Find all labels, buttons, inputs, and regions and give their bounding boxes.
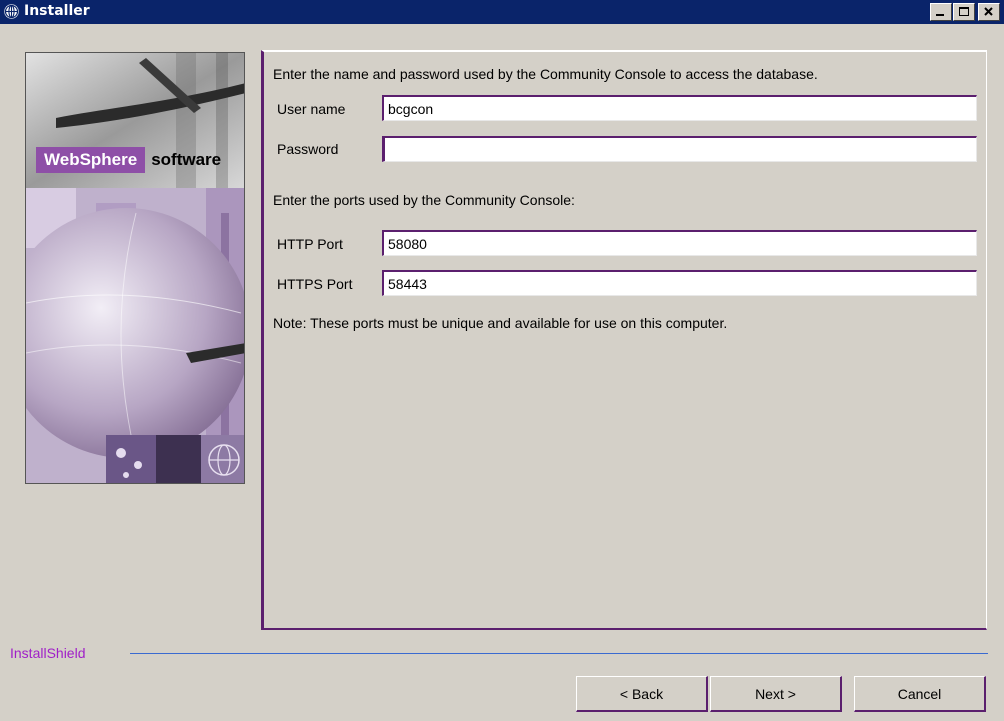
cancel-button[interactable]: Cancel bbox=[854, 676, 986, 712]
http-port-label: HTTP Port bbox=[277, 236, 343, 252]
https-port-input[interactable] bbox=[382, 270, 977, 296]
http-port-input[interactable] bbox=[382, 230, 977, 256]
username-label: User name bbox=[277, 101, 346, 117]
db-instruction: Enter the name and password used by the … bbox=[273, 66, 818, 82]
ports-instruction: Enter the ports used by the Community Co… bbox=[273, 192, 575, 208]
websphere-brand: WebSphere bbox=[36, 147, 146, 173]
password-input[interactable] bbox=[382, 136, 977, 162]
banner-artwork bbox=[26, 53, 244, 483]
title-bar[interactable]: Installer bbox=[0, 0, 1004, 24]
footer-divider bbox=[130, 653, 988, 654]
installshield-label: InstallShield bbox=[10, 645, 86, 661]
minimize-button[interactable] bbox=[930, 3, 952, 21]
websphere-logo: WebSphere software bbox=[36, 145, 221, 175]
content-panel: Enter the name and password used by the … bbox=[261, 50, 987, 630]
back-button[interactable]: < Back bbox=[576, 676, 708, 712]
close-icon bbox=[984, 7, 993, 16]
window-title: Installer bbox=[24, 3, 90, 19]
ports-note: Note: These ports must be unique and ava… bbox=[273, 315, 728, 331]
minimize-icon bbox=[936, 14, 944, 16]
username-input[interactable] bbox=[382, 95, 977, 121]
next-button[interactable]: Next > bbox=[710, 676, 842, 712]
password-label: Password bbox=[277, 141, 339, 157]
websphere-banner: WebSphere software bbox=[25, 52, 245, 484]
globe-icon bbox=[3, 3, 20, 20]
close-button[interactable] bbox=[978, 3, 1000, 21]
software-label: software bbox=[151, 150, 222, 169]
maximize-icon bbox=[959, 7, 969, 16]
https-port-label: HTTPS Port bbox=[277, 276, 353, 292]
maximize-button[interactable] bbox=[953, 3, 975, 21]
